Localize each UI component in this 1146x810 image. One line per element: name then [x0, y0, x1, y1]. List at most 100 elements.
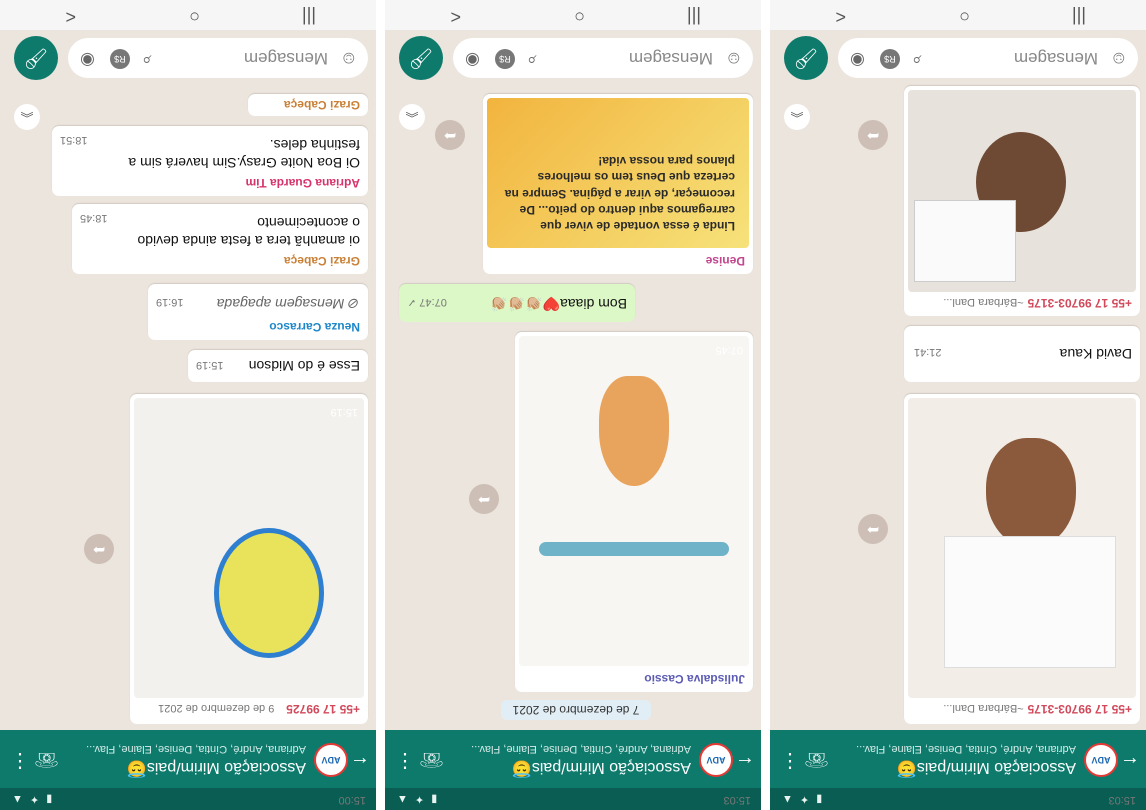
back-nav-icon[interactable]: <: [835, 6, 846, 27]
screenshot-stage: 15:03 ▮ ✦ ▲ ← ADV Associação Mirim/pais😇…: [0, 0, 1146, 810]
mic-button[interactable]: 🎤︎: [14, 36, 58, 80]
photo-child-with-paper[interactable]: [908, 90, 1136, 292]
add-call-icon[interactable]: ☏: [34, 747, 59, 772]
message-composer[interactable]: ☺ Mensagem ⌕ R$ ◉: [838, 38, 1138, 78]
scroll-down-icon[interactable]: ︽: [14, 104, 40, 130]
text-message: Grazi Cabeça: [248, 94, 368, 116]
add-call-icon[interactable]: ☏: [804, 747, 829, 772]
back-arrow-icon[interactable]: ←: [350, 751, 370, 774]
message-input[interactable]: Mensagem: [1014, 48, 1098, 68]
recents-icon[interactable]: |||: [1072, 6, 1086, 27]
camera-icon[interactable]: ◉: [850, 50, 865, 70]
message-text: Oi Boa Noite Grasy.Sim haverá sim a fest…: [128, 136, 360, 171]
scroll-down-icon[interactable]: ︽: [399, 104, 425, 130]
sunflower-quote-image[interactable]: Linda é essa vontade de viver que carreg…: [487, 98, 749, 248]
message-text: Esse é do Midson: [248, 358, 360, 374]
scroll-down-icon[interactable]: ︽: [784, 104, 810, 130]
image-message[interactable]: +55 17 99725 9 de dezembro de 2021 15:19: [130, 394, 368, 724]
message-time: 18:45: [80, 212, 108, 224]
forward-icon[interactable]: ➦: [84, 534, 114, 564]
more-options-icon[interactable]: ⋮: [780, 749, 800, 774]
child-face: [986, 438, 1076, 548]
camera-icon[interactable]: ◉: [465, 50, 480, 70]
photo-child-with-drawing[interactable]: [908, 398, 1136, 698]
mic-button[interactable]: 🎤︎: [399, 36, 443, 80]
message-input[interactable]: Mensagem: [629, 48, 713, 68]
back-arrow-icon[interactable]: ←: [735, 751, 755, 774]
message-text: Mensagem apagada: [216, 296, 345, 312]
more-options-icon[interactable]: ⋮: [10, 749, 30, 774]
emoji-icon[interactable]: ☺: [1110, 48, 1128, 69]
message-time: 07:45: [715, 344, 743, 356]
blocked-icon: ⊘: [344, 296, 360, 312]
message-sender: +55 17 99703-3175: [1027, 296, 1132, 310]
attach-icon[interactable]: ⌕: [912, 50, 922, 70]
text-message: Adriana Guarda Tim Oi Boa Noite Grasy.Si…: [52, 126, 368, 196]
photo-carrot-drawing[interactable]: 07:45: [519, 336, 749, 666]
image-message[interactable]: +55 17 99703-3175 ~Bárbara Danl...: [904, 394, 1140, 724]
camera-icon[interactable]: ◉: [80, 50, 95, 70]
message-sender: +55 17 99703-3175: [1027, 702, 1132, 716]
group-title[interactable]: Associação Mirim/pais😇: [127, 758, 306, 778]
message-input[interactable]: Mensagem: [244, 48, 328, 68]
group-title[interactable]: Associação Mirim/pais😇: [897, 758, 1076, 778]
forward-icon[interactable]: ➦: [858, 514, 888, 544]
group-title[interactable]: Associação Mirim/pais😇: [512, 758, 691, 778]
back-arrow-icon[interactable]: ←: [1120, 751, 1140, 774]
payment-icon[interactable]: R$: [110, 49, 130, 69]
forward-icon[interactable]: ➦: [858, 120, 888, 150]
status-icons: ▮ ✦ ▲: [10, 793, 53, 805]
emoji-icon[interactable]: ☺: [725, 48, 743, 69]
group-avatar[interactable]: ADV: [314, 743, 348, 777]
recents-icon[interactable]: |||: [302, 6, 316, 27]
payment-icon[interactable]: R$: [880, 49, 900, 69]
message-sender: Neuza Carrasco: [269, 320, 360, 334]
recents-icon[interactable]: |||: [687, 6, 701, 27]
group-members: Adriana, André, Cíntia, Denise, Elaine, …: [471, 743, 691, 755]
image-message[interactable]: +55 17 99703-3175 ~Bárbara Danl...: [904, 86, 1140, 316]
message-sender: Adriana Guarda Tim: [245, 176, 360, 190]
android-nav-bar: ||| ○ <: [0, 0, 376, 30]
status-time: 15:03: [723, 794, 751, 806]
forward-icon[interactable]: ➦: [435, 120, 465, 150]
paper-sheet: [914, 200, 1016, 282]
text-message: David Kaua 21:41: [904, 326, 1140, 382]
photo-yellow-drawing[interactable]: 15:19: [134, 398, 364, 698]
text-message: Esse é do Midson 15:19: [188, 350, 368, 382]
sender-alias: ~Bárbara Danl...: [943, 296, 1024, 308]
message-time: 18:51: [60, 134, 88, 146]
image-message[interactable]: Julisdalva Cassio 07:45: [515, 332, 753, 692]
attach-icon[interactable]: ⌕: [527, 50, 537, 70]
message-time: 16:19: [156, 296, 184, 308]
deleted-message: Neuza Carrasco ⊘ Mensagem apagada 16:19: [148, 284, 368, 340]
message-sender: Grazi Cabeça: [283, 98, 360, 112]
forward-icon[interactable]: ➦: [469, 484, 499, 514]
group-avatar[interactable]: ADV: [1084, 743, 1118, 777]
message-composer[interactable]: ☺ Mensagem ⌕ R$ ◉: [453, 38, 753, 78]
android-nav-bar: ||| ○ <: [385, 0, 761, 30]
back-nav-icon[interactable]: <: [450, 6, 461, 27]
message-composer[interactable]: ☺ Mensagem ⌕ R$ ◉: [68, 38, 368, 78]
status-time: 15:03: [1108, 794, 1136, 806]
group-avatar[interactable]: ADV: [699, 743, 733, 777]
yellow-shape-drawing: [214, 528, 324, 658]
phone-panel-3: 15:00 ▮ ✦ ▲ ← ADV Associação Mirim/pais😇…: [0, 0, 376, 810]
more-options-icon[interactable]: ⋮: [395, 749, 415, 774]
mic-button[interactable]: 🎤︎: [784, 36, 828, 80]
back-nav-icon[interactable]: <: [65, 6, 76, 27]
home-icon[interactable]: ○: [959, 6, 970, 27]
attach-icon[interactable]: ⌕: [142, 50, 152, 70]
status-bar: 15:03 ▮ ✦ ▲: [385, 788, 761, 810]
emoji-icon[interactable]: ☺: [340, 48, 358, 69]
payment-icon[interactable]: R$: [495, 49, 515, 69]
group-members: Adriana, André, Cíntia, Denise, Elaine, …: [856, 743, 1076, 755]
home-icon[interactable]: ○: [189, 6, 200, 27]
message-time: 15:19: [196, 359, 224, 371]
home-icon[interactable]: ○: [574, 6, 585, 27]
status-time: 15:00: [338, 794, 366, 806]
message-time: 15:19: [330, 406, 358, 418]
message-sender: Grazi Cabeça: [283, 254, 360, 268]
image-message[interactable]: Denise Linda é essa vontade de viver que…: [483, 94, 753, 274]
add-call-icon[interactable]: ☏: [419, 747, 444, 772]
text-message: Grazi Cabeça oi amanhã tera a festa aind…: [72, 204, 368, 274]
